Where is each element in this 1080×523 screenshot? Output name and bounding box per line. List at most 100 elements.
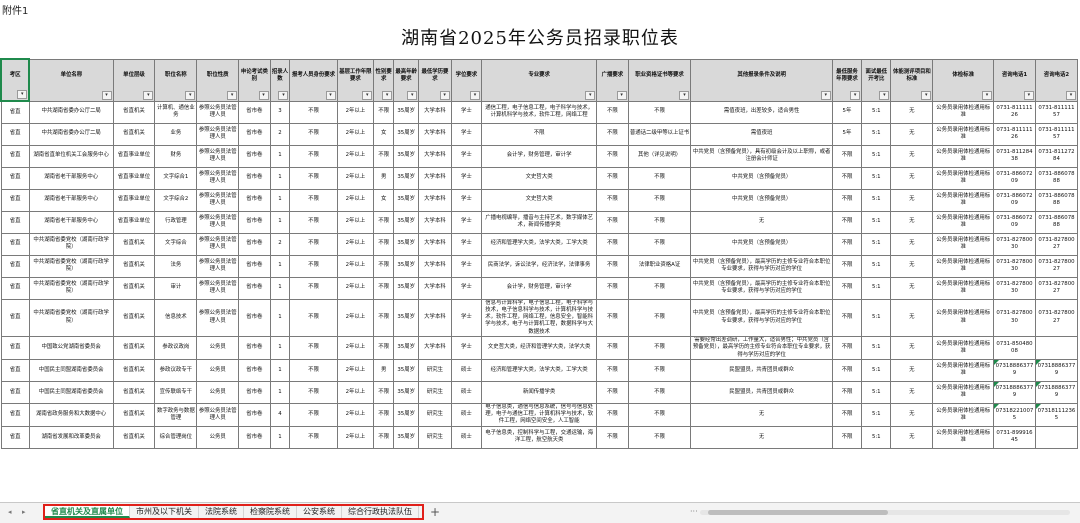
table-cell[interactable]: 1 (269, 188, 291, 212)
filter-dropdown-icon[interactable]: ▾ (879, 90, 890, 100)
table-cell[interactable]: 硕士 (450, 402, 483, 427)
table-cell[interactable]: 不限 (373, 380, 395, 404)
table-cell[interactable]: 公务员 (196, 425, 240, 449)
column-header[interactable]: 体检标准 ▾ (932, 58, 995, 102)
table-cell[interactable]: 需值夜班 (690, 122, 833, 146)
table-cell[interactable]: 不限 (627, 402, 692, 427)
table-cell[interactable]: 文史哲大类，经济和管理学大类，法学大类 (481, 335, 598, 360)
filter-dropdown-icon[interactable]: ▾ (616, 90, 627, 100)
table-cell[interactable]: 5:1 (861, 166, 892, 190)
table-cell[interactable]: 5:1 (861, 425, 892, 449)
table-cell[interactable]: 无 (890, 122, 934, 146)
table-cell[interactable]: 研究生 (418, 425, 452, 449)
table-cell[interactable]: 0731-82780030 (993, 298, 1036, 337)
table-cell[interactable]: 1 (269, 380, 291, 404)
table-cell[interactable]: 省直 (0, 358, 30, 382)
table-cell[interactable]: 电子信息类，控制科学与工程，交通运输，海洋工程，航空航天类 (481, 425, 598, 449)
table-cell[interactable]: 不限 (831, 380, 863, 404)
table-cell[interactable]: 1 (269, 276, 291, 300)
table-cell[interactable]: 湖南省老干部服务中心 (28, 210, 114, 234)
table-cell[interactable] (1034, 425, 1078, 449)
table-cell[interactable]: 业务 (154, 122, 198, 146)
table-cell[interactable]: 湖南省发展和改革委员会 (28, 425, 114, 449)
table-cell[interactable]: 省直 (0, 425, 30, 449)
table-cell[interactable]: 无 (690, 210, 833, 234)
table-cell[interactable]: 0731-82780027 (1034, 254, 1078, 278)
filter-dropdown-icon[interactable]: ▾ (17, 90, 28, 99)
table-cell[interactable]: 行政管理 (154, 210, 198, 234)
table-cell[interactable]: 公务员 (196, 380, 240, 404)
table-cell[interactable]: 不限 (596, 276, 629, 300)
table-cell[interactable]: 0731-82780030 (993, 232, 1036, 256)
table-cell[interactable]: 硕士 (450, 380, 483, 404)
table-cell[interactable]: 无 (890, 358, 934, 382)
table-cell[interactable]: 省直 (0, 276, 30, 300)
table-cell[interactable]: 不限 (627, 276, 692, 300)
table-cell[interactable]: 省直机关 (112, 122, 156, 146)
table-cell[interactable]: 参照公务员法管理人员 (196, 298, 240, 337)
column-header[interactable]: 考区 ▾ (0, 58, 31, 102)
table-cell[interactable]: 073188863779 (1034, 358, 1078, 382)
table-cell[interactable]: 省直 (0, 166, 30, 190)
filter-dropdown-icon[interactable]: ▾ (439, 90, 450, 100)
filter-dropdown-icon[interactable]: ▾ (820, 90, 831, 100)
scrollbar-thumb[interactable] (708, 510, 888, 515)
table-cell[interactable]: 5:1 (861, 254, 892, 278)
table-cell[interactable]: 不限 (596, 335, 629, 360)
table-cell[interactable]: 2年以上 (336, 188, 375, 212)
table-cell[interactable]: 不限 (596, 380, 629, 404)
table-cell[interactable]: 省直 (0, 144, 30, 168)
table-cell[interactable]: 数字政务与数据管理 (154, 402, 198, 427)
table-cell[interactable]: 会计学，财务管理，审计学 (481, 276, 598, 300)
table-cell[interactable]: 省直 (0, 335, 30, 360)
table-cell[interactable]: 计算机、通信业务 (154, 100, 198, 124)
table-cell[interactable]: 不限 (596, 232, 629, 256)
table-cell[interactable]: 经济和管理学大类，法学大类，工学大类 (481, 232, 598, 256)
table-cell[interactable]: 35周岁 (393, 276, 420, 300)
table-cell[interactable]: 35周岁 (393, 122, 420, 146)
table-cell[interactable]: 0731-88607888 (1034, 210, 1078, 234)
table-cell[interactable]: 无 (890, 188, 934, 212)
table-cell[interactable]: 学士 (450, 298, 483, 337)
table-cell[interactable]: 中国民主同盟湖南省委员会 (28, 380, 114, 404)
table-cell[interactable]: 不限 (831, 210, 863, 234)
table-cell[interactable]: 35周岁 (393, 232, 420, 256)
add-sheet-button[interactable]: + (430, 504, 440, 520)
table-cell[interactable]: 新闻传播学类 (481, 380, 598, 404)
filter-dropdown-icon[interactable]: ▾ (921, 90, 932, 100)
table-cell[interactable]: 研究生 (418, 402, 452, 427)
column-header[interactable]: 职业资格证书等要求 ▾ (627, 58, 692, 102)
table-cell[interactable]: 0731-82780030 (993, 276, 1036, 300)
table-cell[interactable]: 中共湖南省委党校（湖南行政学院） (28, 276, 114, 300)
table-cell[interactable]: 2年以上 (336, 425, 375, 449)
table-cell[interactable]: 0731-81111126 (993, 122, 1036, 146)
column-header[interactable]: 招录人数 ▾ (269, 58, 291, 102)
table-cell[interactable]: 35周岁 (393, 188, 420, 212)
table-cell[interactable]: 中共湖南省委党校（湖南行政学院） (28, 298, 114, 337)
table-cell[interactable]: 公务员录用体检通用标准 (932, 380, 995, 404)
column-header[interactable]: 性别要求 ▾ (373, 58, 395, 102)
table-cell[interactable]: 无 (890, 232, 934, 256)
table-cell[interactable]: 4 (269, 402, 291, 427)
more-tabs-button[interactable]: ··· (690, 507, 698, 516)
table-cell[interactable]: 学士 (450, 188, 483, 212)
filter-dropdown-icon[interactable]: ▾ (362, 90, 373, 100)
table-cell[interactable]: 无 (890, 335, 934, 360)
table-cell[interactable]: 湖南省政务服务和大数据中心 (28, 402, 114, 427)
table-cell[interactable]: 不限 (289, 166, 338, 190)
filter-dropdown-icon[interactable]: ▾ (470, 90, 481, 100)
table-cell[interactable]: 2年以上 (336, 232, 375, 256)
column-header[interactable]: 体能测评项目和标准 ▾ (890, 58, 934, 102)
table-cell[interactable]: 省直机关 (112, 298, 156, 337)
table-cell[interactable]: 公务员录用体检通用标准 (932, 335, 995, 360)
table-cell[interactable]: 073188863779 (1034, 380, 1078, 404)
table-cell[interactable]: 2年以上 (336, 166, 375, 190)
table-cell[interactable]: 公务员录用体检通用标准 (932, 358, 995, 382)
table-cell[interactable]: 1 (269, 144, 291, 168)
table-cell[interactable]: 学士 (450, 166, 483, 190)
table-cell[interactable]: 大学本科 (418, 232, 452, 256)
table-cell[interactable]: 5:1 (861, 210, 892, 234)
table-cell[interactable]: 无 (890, 100, 934, 124)
table-cell[interactable]: 公务员录用体检通用标准 (932, 232, 995, 256)
table-cell[interactable]: 省直机关 (112, 232, 156, 256)
